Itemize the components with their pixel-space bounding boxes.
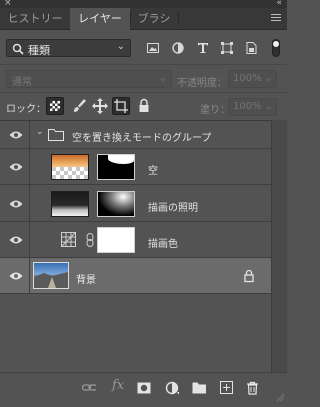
lock-icon[interactable] <box>135 97 153 115</box>
layer-name: 空 <box>148 166 158 177</box>
tab-divider <box>178 12 179 26</box>
adjustment-filter-icon[interactable] <box>172 42 184 54</box>
link-icon[interactable] <box>86 233 94 247</box>
chevron-down-icon: ⌄ <box>264 101 273 112</box>
tab-brushes[interactable]: ブラシ <box>130 8 178 30</box>
layer-thumbnail[interactable] <box>51 154 89 180</box>
image-filter-icon[interactable] <box>147 42 159 54</box>
layer-name: 描画色 <box>148 239 178 250</box>
layer-row-background[interactable]: 背景 <box>0 258 271 294</box>
opacity-field[interactable]: 100% ⌄ <box>228 70 277 88</box>
opacity-value: 100% <box>233 73 262 84</box>
layer-row-group[interactable]: ⌄ 空を置き換えモードのグループ <box>0 121 271 149</box>
tab-layers[interactable]: レイヤー <box>70 8 130 31</box>
eye-icon[interactable] <box>9 130 23 140</box>
chevron-down-icon: ⌄ <box>158 73 167 84</box>
layer-row-lighting[interactable]: 描画の照明 <box>0 185 271 222</box>
artboard-icon <box>114 99 128 113</box>
link-icon[interactable] <box>82 383 96 397</box>
chevron-down-icon: ⌄ <box>264 73 273 84</box>
eye-icon[interactable] <box>9 235 23 245</box>
adjustment-layer-icon[interactable] <box>165 381 179 395</box>
fx-icon[interactable]: fx <box>112 378 124 393</box>
lock-icon[interactable] <box>243 269 255 283</box>
folder-icon <box>48 129 64 141</box>
resize-grip-icon[interactable] <box>275 392 285 402</box>
blend-mode-row: 通常 ⌄ 不透明度： 100% ⌄ <box>0 64 287 92</box>
panel-title-strip: × « <box>0 0 287 8</box>
close-panel-icon[interactable]: × <box>4 0 12 8</box>
type-filter-icon[interactable] <box>197 42 209 54</box>
filter-toggle-icon[interactable] <box>272 39 280 57</box>
checkerboard-icon <box>50 101 60 111</box>
panel-menu-icon[interactable] <box>271 14 281 23</box>
layer-thumbnail[interactable] <box>33 262 69 289</box>
add-mask-icon[interactable] <box>137 381 151 395</box>
eye-icon[interactable] <box>9 199 23 209</box>
layer-mask-thumbnail[interactable] <box>97 154 135 180</box>
new-group-icon[interactable] <box>192 381 206 395</box>
tab-history[interactable]: ヒストリー <box>0 8 70 30</box>
blend-mode-value: 通常 <box>12 77 32 88</box>
layer-name: 描画の照明 <box>148 203 198 214</box>
chevron-down-icon[interactable]: ⌄ <box>36 127 44 137</box>
lock-artboard-button[interactable] <box>112 97 130 115</box>
mask-shape <box>98 192 134 216</box>
layers-scrollbar[interactable] <box>271 120 287 372</box>
new-layer-icon[interactable] <box>220 381 234 395</box>
delete-icon[interactable] <box>246 381 260 395</box>
layer-filter-row: 種類 ⌄ <box>0 31 287 64</box>
eye-icon[interactable] <box>9 271 23 281</box>
panel-tabs: ヒストリー レイヤー ブラシ <box>0 8 287 31</box>
fill-label: 塗り： <box>200 105 230 116</box>
landscape-image <box>34 272 68 288</box>
layer-name: 背景 <box>76 275 96 286</box>
adjustment-layer-icon <box>61 232 76 247</box>
layer-mask-thumbnail[interactable] <box>97 227 135 253</box>
collapse-panel-icon[interactable]: « <box>276 0 282 8</box>
move-icon[interactable] <box>91 97 109 115</box>
layers-bottom-toolbar: fx <box>0 372 287 407</box>
mask-shape <box>108 155 134 164</box>
sky-image <box>52 155 88 167</box>
lock-row: ロック： 塗り： 100% ⌄ <box>0 92 287 120</box>
search-icon <box>12 43 24 55</box>
layer-name: 空を置き換えモードのグループ <box>72 133 212 144</box>
eye-icon[interactable] <box>9 162 23 172</box>
opacity-label: 不透明度： <box>177 78 227 89</box>
layer-thumbnail[interactable] <box>51 191 89 217</box>
brush-icon[interactable] <box>70 97 88 115</box>
lock-transparent-pixels-button[interactable] <box>46 97 64 115</box>
layer-row-foreground-color[interactable]: 描画色 <box>0 222 271 258</box>
lock-label: ロック： <box>6 104 46 115</box>
fill-value: 100% <box>233 101 262 112</box>
smartobject-filter-icon[interactable] <box>245 42 257 54</box>
blend-mode-select[interactable]: 通常 ⌄ <box>6 70 172 88</box>
filter-kind-select[interactable]: 種類 ⌄ <box>6 39 131 57</box>
shape-filter-icon[interactable] <box>221 42 233 54</box>
chevron-down-icon: ⌄ <box>116 41 125 52</box>
filter-kind-label: 種類 <box>28 44 50 57</box>
layer-mask-thumbnail[interactable] <box>97 191 135 217</box>
fill-field[interactable]: 100% ⌄ <box>228 98 277 116</box>
layer-row-sky[interactable]: 空 <box>0 149 271 185</box>
layers-list: ⌄ 空を置き換えモードのグループ 空 描画の照明 描画色 背景 <box>0 120 271 372</box>
